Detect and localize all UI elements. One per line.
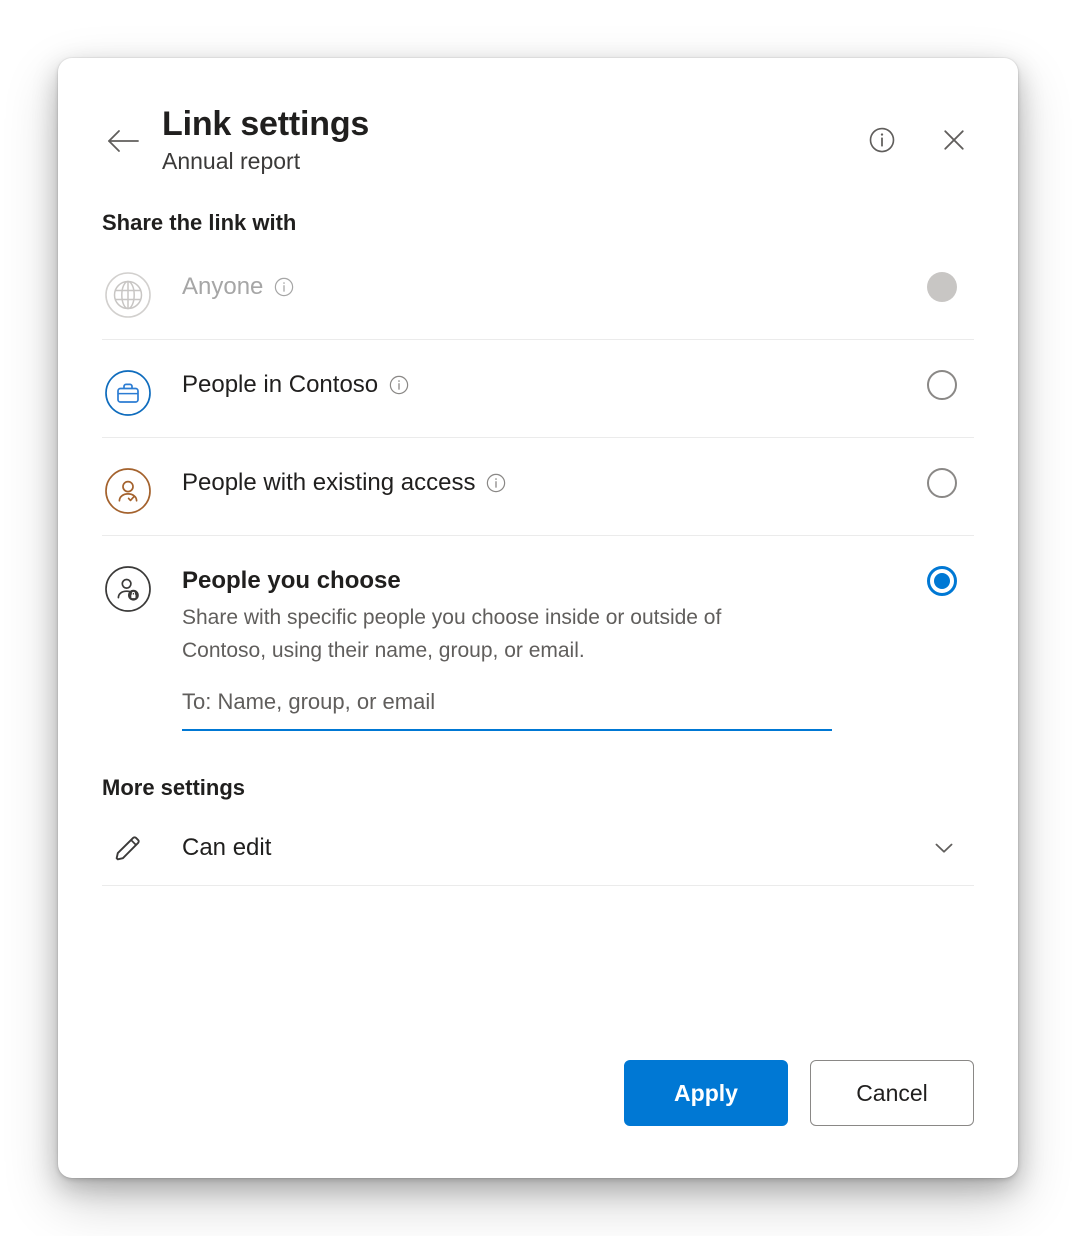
info-circle-icon-anyone[interactable] <box>273 276 295 298</box>
option-label-people-with-existing-access: People with existing access <box>182 469 476 496</box>
header-actions <box>862 120 974 160</box>
pencil-icon <box>102 831 154 865</box>
radio-indicator-people-you-choose <box>927 566 957 596</box>
radio-anyone <box>910 272 974 302</box>
file-name-subtitle: Annual report <box>162 148 301 175</box>
more-settings-label: More settings <box>102 775 246 801</box>
apply-button[interactable]: Apply <box>624 1060 788 1126</box>
dialog-header: Link settings Annual report <box>102 58 974 176</box>
dialog-footer: Apply Cancel <box>102 1060 974 1178</box>
radio-people-with-existing-access[interactable] <box>910 468 974 498</box>
page-title: Link settings <box>162 105 370 143</box>
option-body-people-in-contoso: People in Contoso <box>154 346 910 400</box>
close-icon[interactable] <box>934 120 974 160</box>
recipients-input-wrap <box>182 689 832 732</box>
cancel-button[interactable]: Cancel <box>810 1060 974 1126</box>
option-row-people-you-choose[interactable]: People you choose Share with specific pe… <box>102 536 974 732</box>
info-circle-icon[interactable] <box>862 120 902 160</box>
recipients-input[interactable] <box>182 689 832 732</box>
radio-people-you-choose[interactable] <box>910 566 974 596</box>
header-title-block: Link settings Annual report <box>144 104 862 176</box>
radio-indicator-anyone <box>927 272 957 302</box>
radio-indicator-people-with-existing-access <box>927 468 957 498</box>
option-body-anyone: Anyone <box>154 248 910 302</box>
option-body-people-you-choose: People you choose Share with specific pe… <box>154 542 910 732</box>
radio-people-in-contoso[interactable] <box>910 370 974 400</box>
chevron-down-icon[interactable] <box>914 834 974 862</box>
globe-icon <box>102 269 154 321</box>
page-background: Link settings Annual report Share the li… <box>0 0 1076 1236</box>
option-label-people-in-contoso: People in Contoso <box>182 371 379 398</box>
briefcase-icon <box>102 367 154 419</box>
person-lock-icon <box>102 563 154 615</box>
share-options-list: Anyone People in Contoso People with exi… <box>102 242 974 732</box>
option-label-anyone: Anyone <box>182 273 264 300</box>
share-section-label: Share the link with <box>102 210 297 235</box>
permission-dropdown[interactable]: Can edit <box>102 811 974 887</box>
permission-value: Can edit <box>182 834 272 862</box>
radio-indicator-people-in-contoso <box>927 370 957 400</box>
info-circle-icon-people-with-existing-access[interactable] <box>485 472 507 494</box>
link-settings-dialog: Link settings Annual report Share the li… <box>58 58 1018 1178</box>
option-row-anyone: Anyone <box>102 242 974 340</box>
option-row-people-in-contoso[interactable]: People in Contoso <box>102 340 974 438</box>
person-check-icon <box>102 465 154 517</box>
option-row-people-with-existing-access[interactable]: People with existing access <box>102 438 974 536</box>
info-circle-icon-people-in-contoso[interactable] <box>388 374 410 396</box>
option-body-people-with-existing-access: People with existing access <box>154 444 910 498</box>
option-description-people-you-choose: Share with specific people you choose in… <box>182 606 722 662</box>
option-label-people-you-choose: People you choose <box>182 567 401 594</box>
back-arrow-icon[interactable] <box>102 120 144 162</box>
